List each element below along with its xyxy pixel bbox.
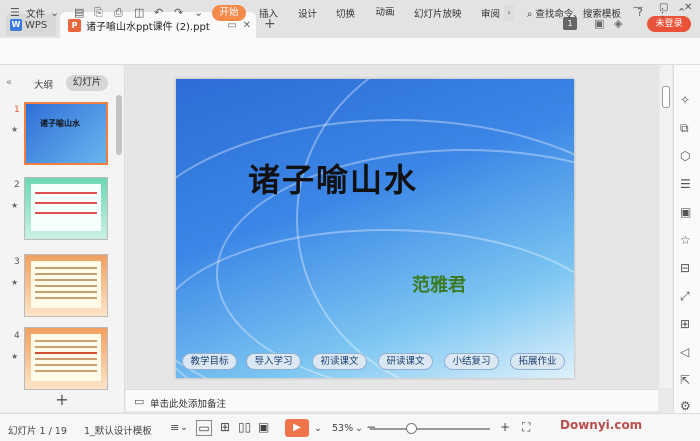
help-icon[interactable]: ? <box>637 6 643 19</box>
star-icon: ★ <box>11 125 19 134</box>
tab-review[interactable]: 审阅 <box>481 6 500 20</box>
menu-bar <box>0 38 700 65</box>
slide-thumbnail-4[interactable] <box>24 327 108 390</box>
expand-icon[interactable]: ⤢ <box>680 289 690 304</box>
canvas-scrollbar-thumb[interactable] <box>662 86 670 108</box>
thumb-number: 4 <box>14 331 20 341</box>
grid-view-icon[interactable]: ⊞ <box>220 420 230 434</box>
zoom-slider-track[interactable] <box>370 428 490 430</box>
notes-icon: ▭ <box>134 395 145 408</box>
fit-window-icon[interactable]: ⛶ <box>522 420 530 435</box>
slide-button-goals[interactable]: 教学目标 <box>182 353 237 370</box>
chevron-down-icon[interactable]: ⌄ <box>180 422 188 433</box>
thumb-number: 3 <box>14 257 20 267</box>
audio-icon[interactable]: ◁ <box>680 345 689 359</box>
star-outline-icon[interactable]: ☆ <box>680 233 691 247</box>
copy-icon[interactable]: ⧉ <box>680 121 689 136</box>
box-icon[interactable]: ⊟ <box>680 261 690 275</box>
export-icon[interactable]: ⎘ <box>94 6 103 20</box>
notes-bar[interactable]: ▭ 单击此处添加备注 <box>126 389 658 411</box>
more-options-icon[interactable]: ⋮ <box>657 6 668 19</box>
image-icon[interactable]: ⊞ <box>680 317 690 331</box>
tab-close-icon[interactable]: ✕ <box>243 20 251 31</box>
thumb-title: 诸子喻山水 <box>40 119 80 128</box>
notes-placeholder[interactable]: 单击此处添加备注 <box>150 396 226 410</box>
slide-author[interactable]: 范雅君 <box>412 271 466 297</box>
presenter-view-icon[interactable]: ▣ <box>258 420 269 434</box>
shape-icon[interactable]: ⬡ <box>680 149 690 163</box>
ppt-file-icon: P <box>68 18 81 32</box>
wps-tab-label: WPS <box>25 19 48 31</box>
thumb-number: 1 <box>14 105 20 115</box>
zoom-in-icon[interactable]: + <box>500 420 510 434</box>
star-icon: ★ <box>11 352 19 361</box>
tab-animation[interactable]: 动画 <box>369 5 401 21</box>
slide-button-first-read[interactable]: 初读课文 <box>312 353 367 370</box>
slide-thumbnail-1[interactable]: 诸子喻山水 <box>24 102 108 165</box>
settings-sliders-icon[interactable]: ☰ <box>680 177 691 191</box>
status-bar: 幻灯片 1 / 19 1_默认设计模板 ≡ ⌄ ▭ ⊞ ▯▯ ▣ ▶ ⌄ 53%… <box>0 413 700 441</box>
menu-icon[interactable]: ☰ <box>10 6 20 19</box>
document-tab-label: 诸子喻山水ppt课件 (2).ppt <box>86 21 210 33</box>
zoom-value[interactable]: 53% <box>332 423 353 434</box>
add-slide-button[interactable]: + <box>0 390 125 412</box>
chevron-down-icon[interactable]: ⌄ <box>355 423 363 434</box>
save-icon[interactable]: ▤ <box>74 6 84 19</box>
normal-view-icon[interactable]: ▭ <box>196 420 212 436</box>
canvas-scrollbar-track[interactable] <box>660 65 672 388</box>
play-slideshow-button[interactable]: ▶ <box>285 419 309 437</box>
slide-title[interactable]: 诸子喻山水 <box>248 155 418 201</box>
theme-name[interactable]: 1_默认设计模板 <box>84 423 152 437</box>
tab-start[interactable]: 开始 <box>212 5 246 21</box>
tab-slideshow[interactable]: 幻灯片放映 <box>414 6 462 20</box>
slide-thumbnail-3[interactable] <box>24 254 108 317</box>
redo-icon[interactable]: ↷ <box>174 6 183 19</box>
chevron-down-icon[interactable]: ⌄ <box>314 423 322 434</box>
wps-logo-icon: W <box>10 19 22 31</box>
reading-view-icon[interactable]: ▯▯ <box>238 420 251 434</box>
tab-insert[interactable]: 插入 <box>259 6 278 20</box>
more-icon[interactable]: ⌄ <box>194 6 203 19</box>
tab-switch[interactable]: 切换 <box>336 6 355 20</box>
menu-scroll-right-icon[interactable]: › <box>504 5 514 21</box>
right-toolbar: ✧ ⧉ ⬡ ☰ ▣ ☆ ⊟ ⤢ ⊞ ◁ ⇱ ⚙ <box>673 65 700 413</box>
slide-button-study[interactable]: 研读课文 <box>378 353 433 370</box>
panel-scrollbar[interactable] <box>116 95 122 155</box>
cursor-icon[interactable]: ⇱ <box>680 373 690 387</box>
star-icon: ★ <box>11 201 19 210</box>
tab-slides[interactable]: 幻灯片 <box>66 75 108 91</box>
preview-icon[interactable]: ◫ <box>134 6 144 19</box>
magic-icon[interactable]: ✧ <box>680 93 690 107</box>
zoom-out-icon[interactable]: − <box>366 420 376 434</box>
main-slide[interactable]: 诸子喻山水 范雅君 教学目标 导入学习 初读课文 研读课文 小结复习 拓展作业 <box>176 79 574 378</box>
print-icon[interactable]: ⎙ <box>114 6 123 20</box>
chevron-down-icon[interactable]: ⌄ <box>50 6 59 19</box>
slide-button-summary[interactable]: 小结复习 <box>444 353 499 370</box>
slide-thumbnail-2[interactable] <box>24 177 108 240</box>
collapse-ribbon-icon[interactable]: ⌃ <box>677 6 686 19</box>
collapse-panel-icon[interactable]: « <box>6 77 12 88</box>
slide-button-homework[interactable]: 拓展作业 <box>510 353 565 370</box>
tab-design[interactable]: 设计 <box>298 6 317 20</box>
tab-outline[interactable]: 大纲 <box>34 77 53 91</box>
thumb-number: 2 <box>14 180 20 190</box>
search-command[interactable]: ⌕ 查找命令、搜索模板 <box>527 6 621 20</box>
picture-icon[interactable]: ▣ <box>680 205 691 219</box>
slide-button-intro[interactable]: 导入学习 <box>246 353 301 370</box>
align-icon[interactable]: ≡ <box>170 421 179 434</box>
undo-icon[interactable]: ↶ <box>154 6 163 19</box>
zoom-slider-knob[interactable] <box>406 423 417 434</box>
menu-file[interactable]: 文件 <box>26 6 45 20</box>
slide-panel: « 大纲 幻灯片 1 ★ 诸子喻山水 2 ★ 3 ★ 4 ★ <box>0 65 125 390</box>
watermark: Downyi.com <box>560 418 643 432</box>
tools-icon[interactable]: ⚙ <box>680 399 691 413</box>
slide-counter: 幻灯片 1 / 19 <box>8 426 67 437</box>
star-icon: ★ <box>11 278 19 287</box>
tab-dock-icon[interactable]: ▭ <box>227 20 236 31</box>
